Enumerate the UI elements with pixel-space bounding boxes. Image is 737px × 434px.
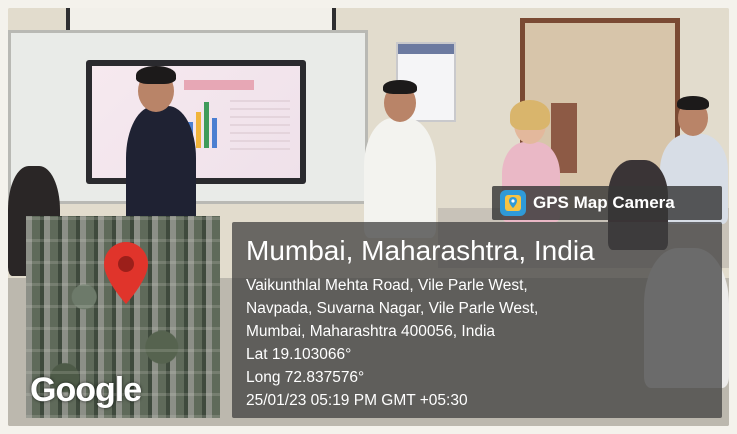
slide-chart-bar [212, 118, 217, 148]
slide-title-bar [184, 80, 254, 90]
presentation-slide [92, 66, 300, 178]
longitude-value: Long 72.837576° [246, 369, 365, 386]
photo: Google GPS Map Camera Mumbai, Maharashtr… [8, 8, 729, 426]
presentation-display [86, 60, 306, 184]
slide-chart-bar [196, 112, 201, 148]
student-hair [677, 96, 709, 110]
slide-text-lines [230, 100, 290, 150]
google-logo: Google [30, 371, 142, 409]
gps-map-camera-label: GPS Map Camera [533, 193, 675, 212]
latitude-value: Lat 19.103066° [246, 346, 352, 363]
presenter-hair [136, 66, 176, 84]
timestamp: 25/01/23 05:19 PM GMT +05:30 [246, 392, 468, 409]
address-line: Mumbai, Maharashtra 400056, India [246, 323, 496, 340]
location-title: Mumbai, Maharashtra, India [246, 235, 595, 266]
map-thumbnail: Google [26, 216, 220, 418]
student-hair [510, 100, 550, 130]
address-line: Vaikunthlal Mehta Road, Vile Parle West, [246, 277, 528, 294]
map-pin-icon [104, 242, 148, 304]
student-hair [383, 80, 417, 94]
address-line: Navpada, Suvarna Nagar, Vile Parle West, [246, 300, 539, 317]
location-info-panel: Mumbai, Maharashtra, India Vaikunthlal M… [232, 222, 722, 418]
gps-map-camera-app-icon [500, 190, 526, 216]
gps-map-camera-badge: GPS Map Camera [492, 186, 722, 220]
slide-chart-bar [204, 102, 209, 148]
student-white-shirt [364, 118, 436, 238]
